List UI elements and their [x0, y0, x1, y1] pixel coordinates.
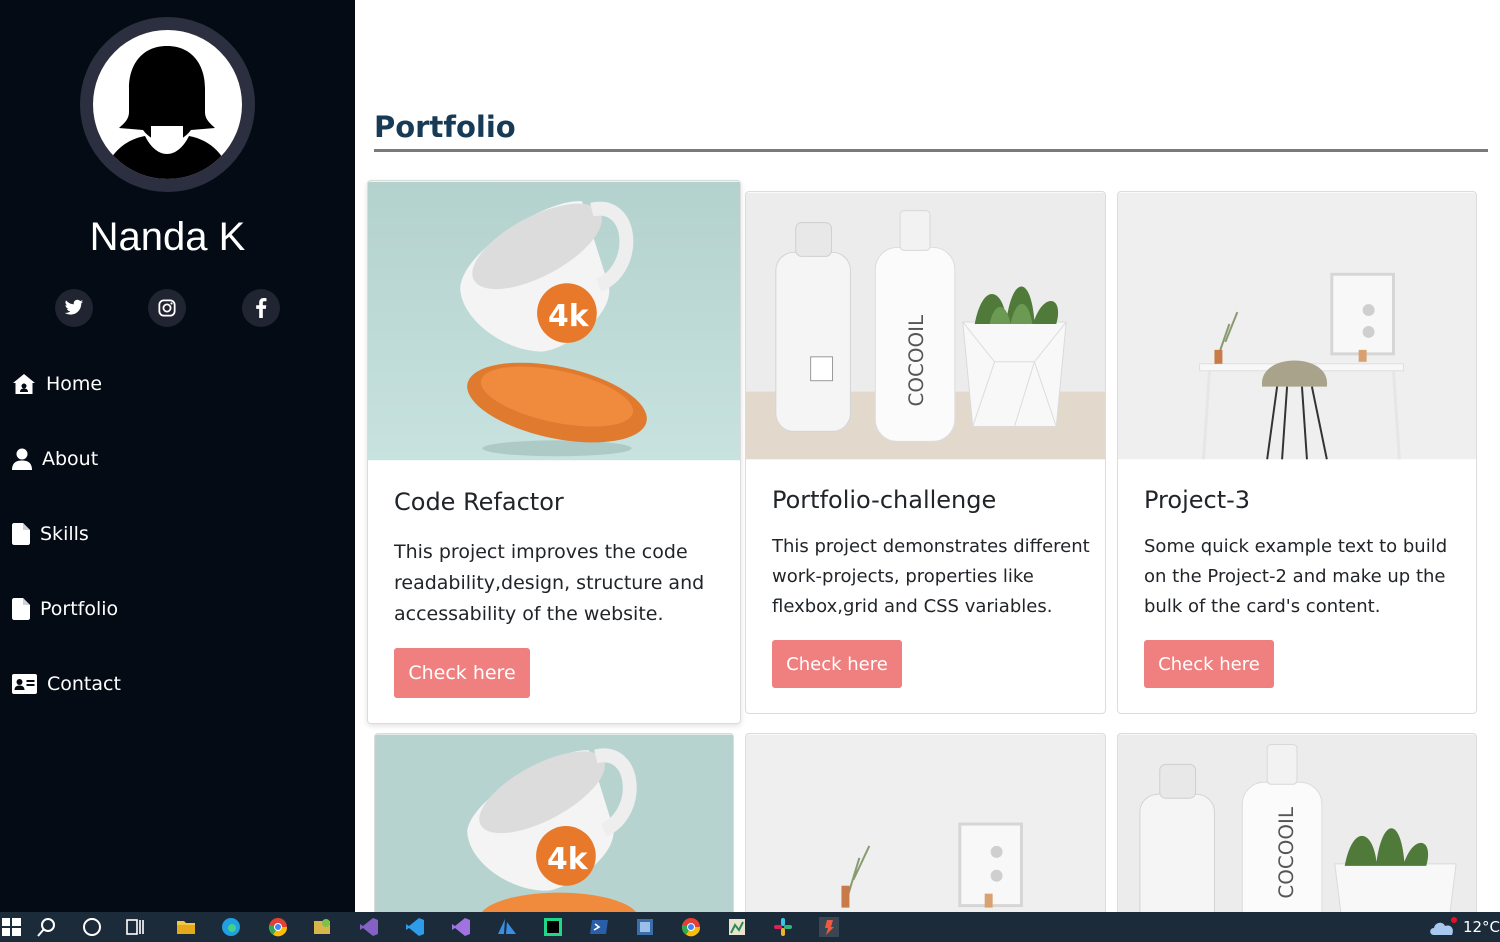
file-icon: [12, 523, 30, 545]
portfolio-card: [745, 733, 1106, 912]
title-divider: [374, 149, 1488, 152]
facebook-icon: [256, 298, 267, 318]
visual-studio-icon[interactable]: [359, 917, 379, 937]
temperature-readout: 12°C: [1462, 918, 1500, 936]
nav-label-skills: Skills: [40, 523, 89, 545]
section-title: Portfolio: [374, 110, 516, 144]
nav-item-skills[interactable]: Skills: [12, 519, 89, 549]
card-text: This project demonstrates different work…: [772, 536, 1090, 617]
portfolio-card: 4k Code Refactor This project improves t…: [367, 180, 741, 724]
check-here-button[interactable]: Check here: [1144, 640, 1274, 688]
portfolio-card: COCOOIL Portfolio-challenge This project…: [745, 191, 1106, 714]
avatar: [80, 17, 255, 192]
svg-text:4k: 4k: [547, 842, 589, 877]
desk-image: [746, 734, 1105, 912]
mug-image: 4k: [368, 181, 740, 461]
nav-item-contact[interactable]: Contact: [12, 669, 121, 699]
cortana-icon[interactable]: [82, 917, 102, 937]
check-here-button[interactable]: Check here: [772, 640, 902, 688]
portfolio-card: COCOOIL: [1117, 733, 1477, 912]
nav-item-home[interactable]: Home: [12, 369, 102, 399]
chrome-icon[interactable]: [268, 917, 288, 937]
social-links: [0, 289, 355, 327]
file-icon: [12, 598, 30, 620]
twitter-link[interactable]: [55, 289, 93, 327]
portfolio-card: Project-3 Some quick example text to bui…: [1117, 191, 1477, 714]
card-title: Code Refactor: [394, 488, 564, 516]
main-content: Portfolio 4k Code Refactor This project …: [355, 0, 1500, 912]
sidebar: Nanda K Home About Skills Portfolio Cont…: [0, 0, 355, 912]
taskbar: 12°C: [0, 912, 1500, 942]
portfolio-card: 4k: [374, 733, 734, 912]
chrome-icon[interactable]: [681, 917, 701, 937]
nav-item-about[interactable]: About: [12, 444, 98, 474]
azure-icon[interactable]: [497, 917, 517, 937]
slack-icon[interactable]: [773, 917, 793, 937]
powershell-icon[interactable]: [589, 917, 609, 937]
windows-start-icon[interactable]: [2, 917, 22, 937]
desk-image: [1118, 192, 1476, 460]
owner-name: Nanda K: [89, 215, 246, 259]
bottle-label: COCOOIL: [905, 315, 928, 407]
card-title: Project-3: [1144, 486, 1251, 514]
pycharm-icon[interactable]: [543, 917, 563, 937]
file-explorer-icon[interactable]: [176, 917, 196, 937]
nav-label-portfolio: Portfolio: [40, 598, 119, 620]
user-icon: [12, 448, 32, 470]
visual-studio-icon[interactable]: [451, 917, 471, 937]
task-view-icon[interactable]: [126, 917, 146, 937]
mug-image: 4k: [375, 734, 733, 912]
app-icon[interactable]: [635, 917, 655, 937]
twitter-icon: [64, 299, 84, 315]
card-text: This project improves the code readabili…: [394, 541, 705, 625]
app-icon[interactable]: [312, 917, 332, 937]
address-card-icon: [12, 674, 37, 694]
card-title: Portfolio-challenge: [772, 486, 997, 514]
edge-icon[interactable]: [221, 917, 241, 937]
card-text: Some quick example text to build on the …: [1144, 536, 1448, 617]
avatar-image: [93, 30, 242, 179]
home-icon: [13, 374, 35, 394]
nav-label-contact: Contact: [47, 673, 121, 695]
nav-label-about: About: [42, 448, 99, 470]
svg-text:4k: 4k: [548, 299, 590, 334]
nav-item-portfolio[interactable]: Portfolio: [12, 594, 118, 624]
weather-cloud-icon[interactable]: [1428, 917, 1458, 937]
instagram-link[interactable]: [148, 289, 186, 327]
instagram-icon: [158, 299, 176, 317]
check-here-button[interactable]: Check here: [394, 648, 530, 698]
vscode-icon[interactable]: [405, 917, 425, 937]
bottle-image: COCOOIL: [746, 192, 1105, 460]
bottle-image: COCOOIL: [1118, 734, 1476, 912]
app-icon[interactable]: [727, 917, 747, 937]
facebook-link[interactable]: [242, 289, 280, 327]
bottle-label: COCOOIL: [1275, 807, 1298, 899]
nav-label-home: Home: [46, 373, 103, 395]
search-icon[interactable]: [37, 917, 57, 937]
app-icon[interactable]: [819, 917, 839, 937]
